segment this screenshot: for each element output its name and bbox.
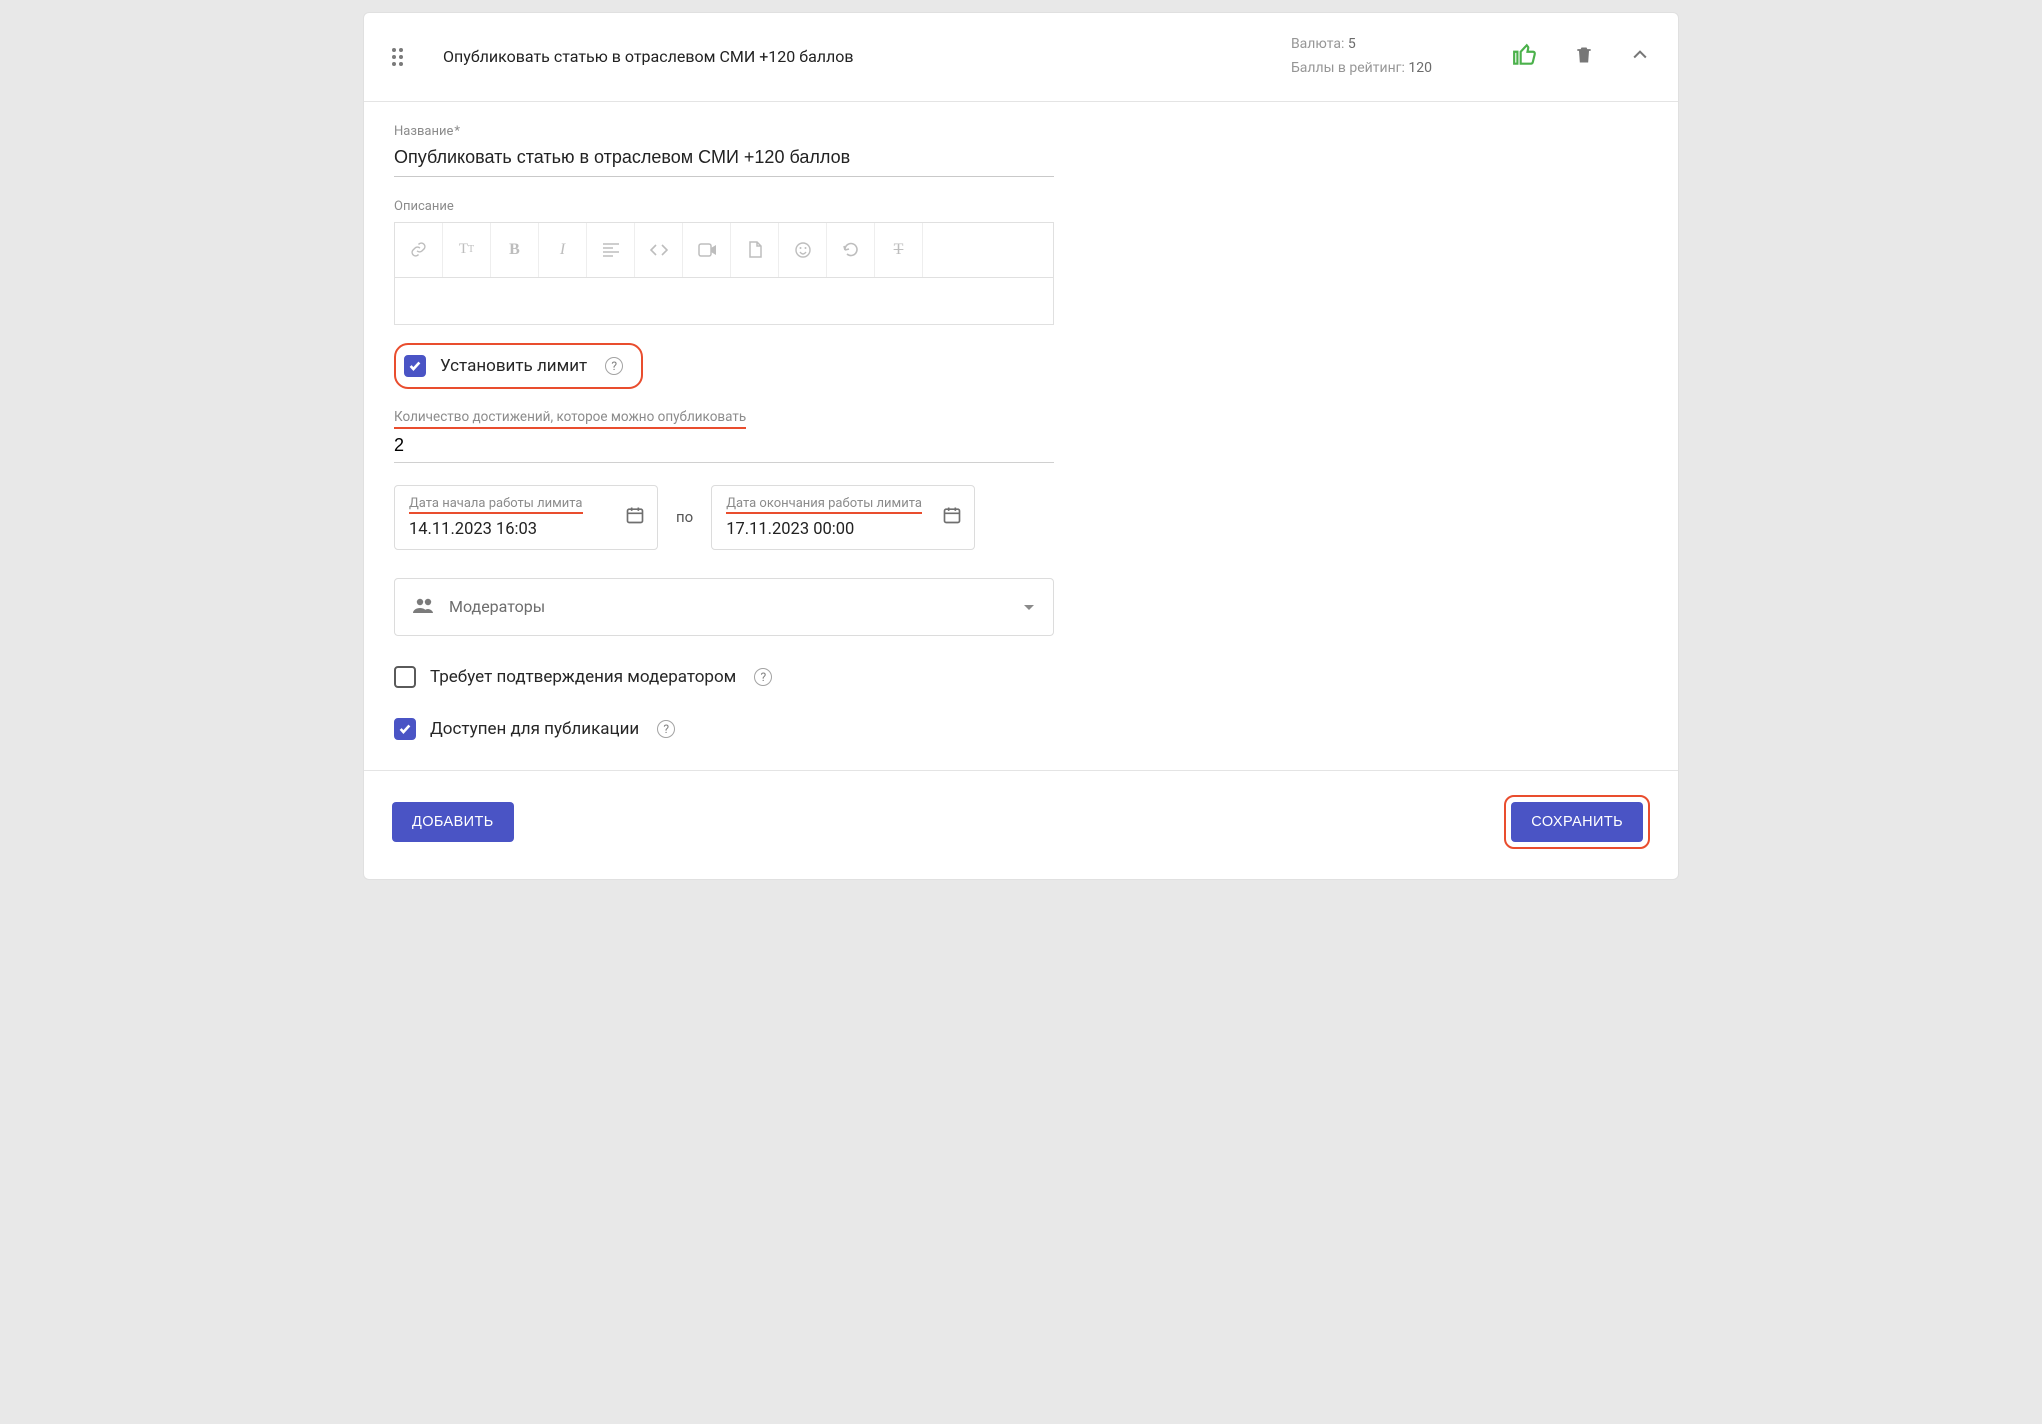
limit-count-label: Количество достижений, которое можно опу… <box>394 409 746 429</box>
editor-align-icon[interactable] <box>587 223 635 277</box>
dropdown-arrow-icon <box>1023 597 1035 616</box>
published-checkbox[interactable] <box>394 718 416 740</box>
limit-start-label: Дата начала работы лимита <box>409 496 583 514</box>
editor-strikethrough-icon[interactable]: T <box>875 223 923 277</box>
requires-confirm-checkbox[interactable] <box>394 666 416 688</box>
limit-start-value: 14.11.2023 16:03 <box>409 520 643 539</box>
editor-text-size-icon[interactable]: TT <box>443 223 491 277</box>
collapse-icon[interactable] <box>1630 45 1650 69</box>
calendar-icon[interactable] <box>942 505 962 529</box>
set-limit-label: Установить лимит <box>440 356 587 376</box>
name-input[interactable] <box>394 143 1054 177</box>
moderators-select[interactable]: Модераторы <box>394 578 1054 636</box>
currency-label: Валюта: <box>1291 36 1345 52</box>
published-row: Доступен для публикации ? <box>394 718 1648 740</box>
help-icon[interactable]: ? <box>605 357 623 375</box>
editor-content[interactable] <box>395 278 1053 324</box>
editor-code-icon[interactable] <box>635 223 683 277</box>
editor-undo-icon[interactable] <box>827 223 875 277</box>
limit-dates-row: Дата начала работы лимита 14.11.2023 16:… <box>394 485 1648 550</box>
editor-italic-icon[interactable]: I <box>539 223 587 277</box>
editor-emoji-icon[interactable] <box>779 223 827 277</box>
name-label: Название* <box>394 124 1648 139</box>
moderators-label: Модераторы <box>449 597 545 616</box>
limit-end-label: Дата окончания работы лимита <box>726 496 922 514</box>
card-title: Опубликовать статью в отраслевом СМИ +12… <box>443 47 854 66</box>
calendar-icon[interactable] <box>625 505 645 529</box>
limit-count-input[interactable] <box>394 429 1054 463</box>
card-header: Опубликовать статью в отраслевом СМИ +12… <box>364 13 1678 102</box>
trash-icon[interactable] <box>1574 44 1594 70</box>
points-value: 120 <box>1408 60 1432 76</box>
header-meta: Валюта: 5 Баллы в рейтинг: 120 <box>1291 33 1432 81</box>
save-button-highlight: СОХРАНИТЬ <box>1504 795 1650 849</box>
requires-confirm-row: Требует подтверждения модератором ? <box>394 666 1648 688</box>
editor-link-icon[interactable] <box>395 223 443 277</box>
set-limit-checkbox[interactable] <box>404 355 426 377</box>
published-label: Доступен для публикации <box>430 719 639 739</box>
editor-file-icon[interactable] <box>731 223 779 277</box>
editor-bold-icon[interactable]: B <box>491 223 539 277</box>
help-icon[interactable]: ? <box>754 668 772 686</box>
thumbs-up-icon[interactable] <box>1512 42 1538 72</box>
achievement-card: Опубликовать статью в отраслевом СМИ +12… <box>363 12 1679 880</box>
currency-value: 5 <box>1348 36 1356 52</box>
editor-toolbar: TT B I <box>395 223 1053 278</box>
save-button[interactable]: СОХРАНИТЬ <box>1511 802 1643 842</box>
points-label: Баллы в рейтинг: <box>1291 60 1405 76</box>
limit-end-value: 17.11.2023 00:00 <box>726 520 960 539</box>
add-button[interactable]: ДОБАВИТЬ <box>392 802 514 842</box>
people-icon <box>413 597 435 617</box>
date-separator: по <box>676 508 693 526</box>
editor-video-icon[interactable] <box>683 223 731 277</box>
requires-confirm-label: Требует подтверждения модератором <box>430 667 736 687</box>
card-footer: ДОБАВИТЬ СОХРАНИТЬ <box>364 770 1678 879</box>
limit-end-date[interactable]: Дата окончания работы лимита 17.11.2023 … <box>711 485 975 550</box>
limit-start-date[interactable]: Дата начала работы лимита 14.11.2023 16:… <box>394 485 658 550</box>
drag-handle-icon[interactable] <box>392 48 403 66</box>
card-body: Название* Описание TT B I <box>364 102 1678 770</box>
help-icon[interactable]: ? <box>657 720 675 738</box>
rich-text-editor: TT B I <box>394 222 1054 325</box>
description-label: Описание <box>394 199 1648 214</box>
set-limit-row: Установить лимит ? <box>394 343 643 389</box>
